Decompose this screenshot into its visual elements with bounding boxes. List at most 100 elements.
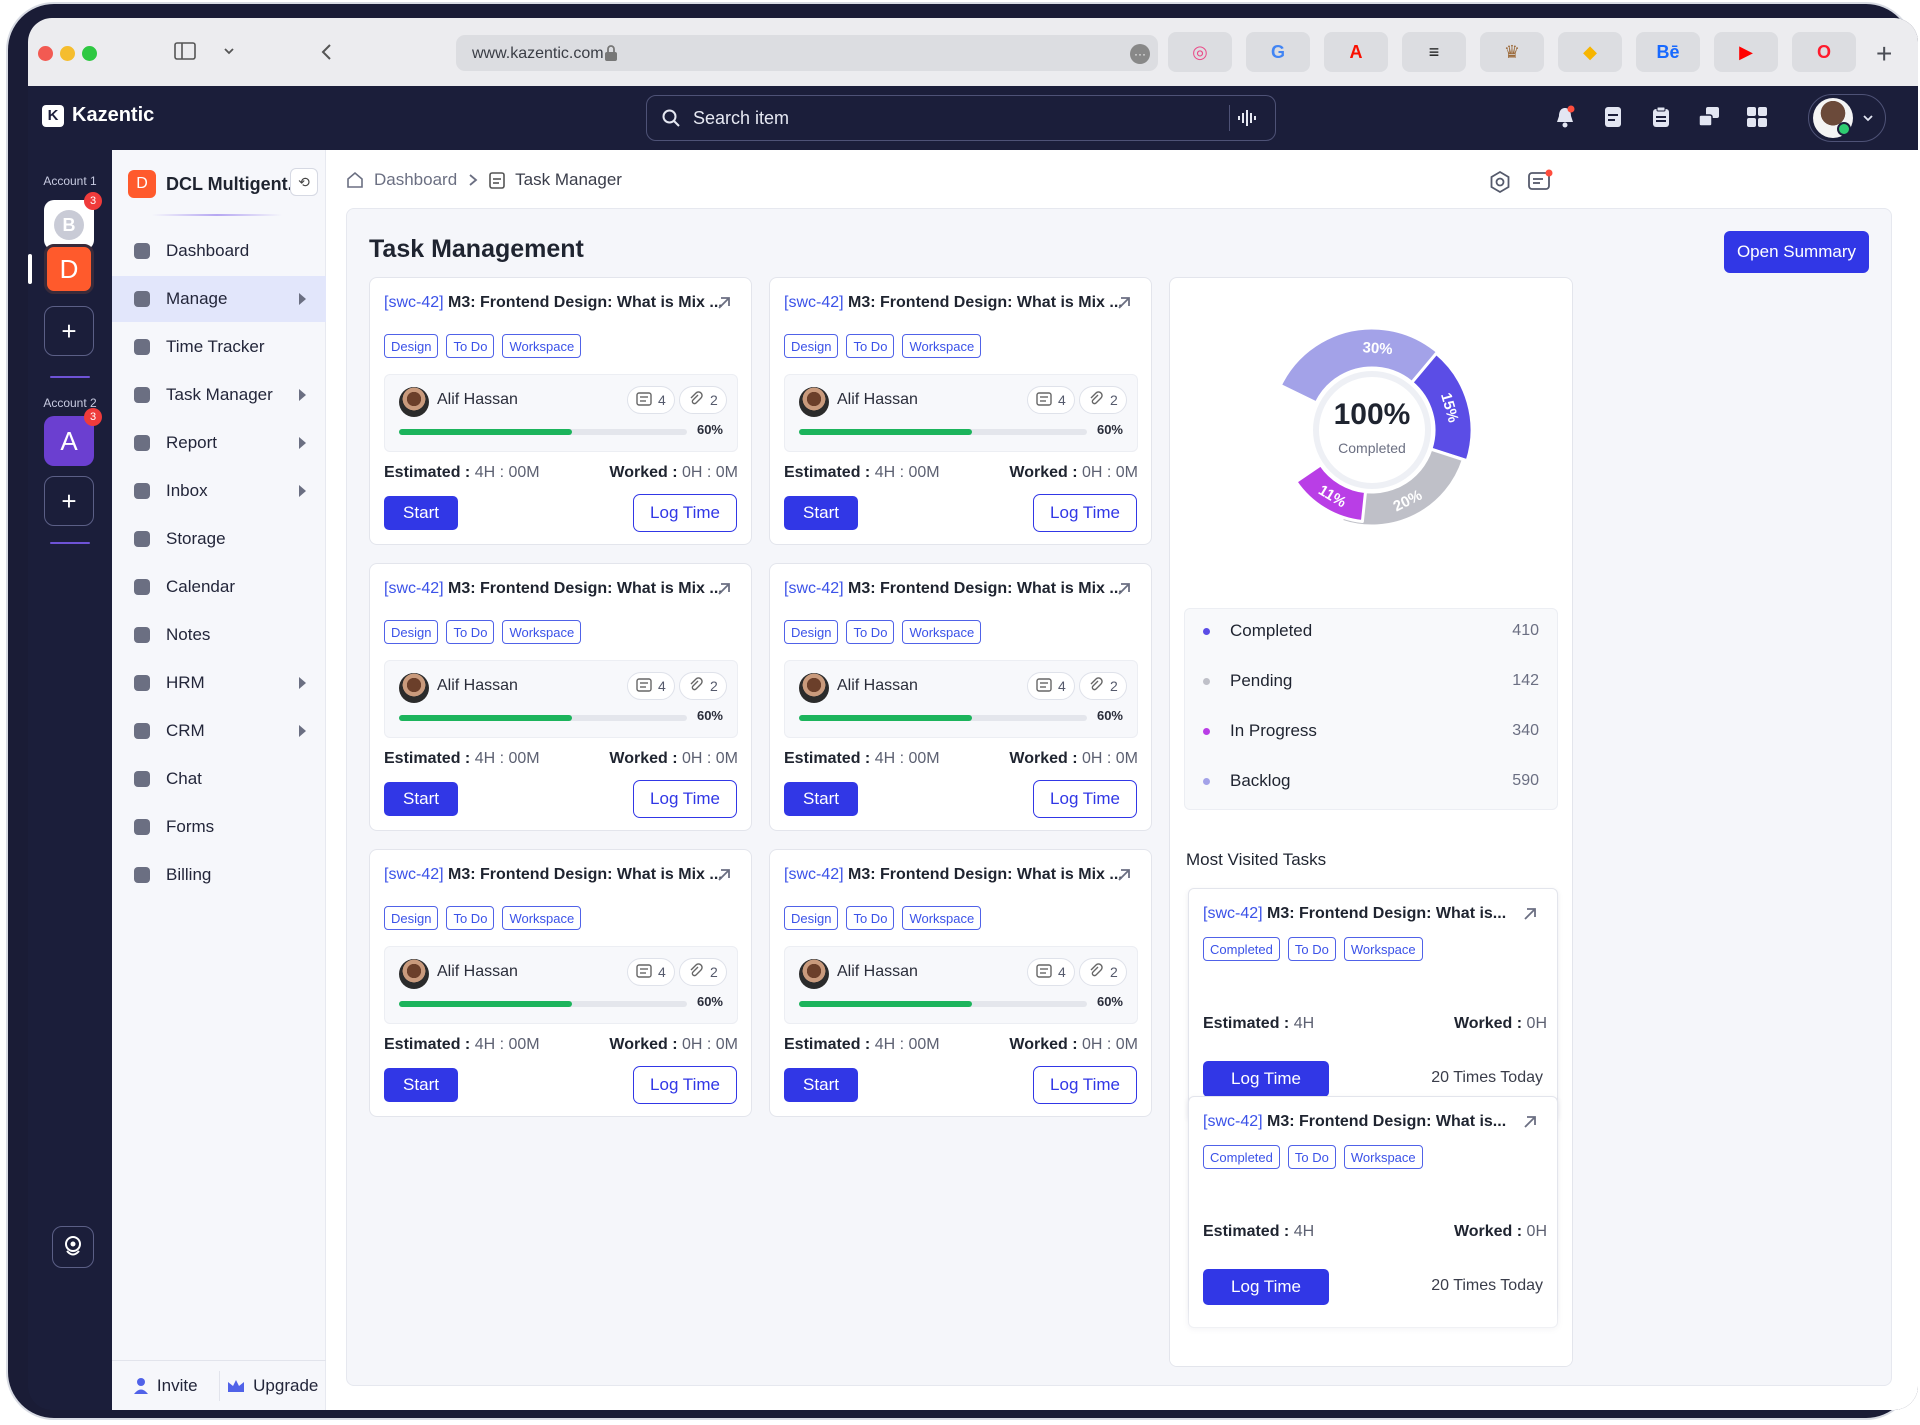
open-external-icon[interactable]: [1115, 294, 1133, 312]
dribbble-icon[interactable]: ◎: [1168, 32, 1232, 72]
sidebar-item-forms[interactable]: Forms: [112, 804, 326, 850]
minimize-window-button[interactable]: [60, 46, 75, 61]
tag[interactable]: Design: [384, 334, 439, 358]
google-icon[interactable]: G: [1246, 32, 1310, 72]
sidebar-item-calendar[interactable]: Calendar: [112, 564, 326, 610]
more-icon[interactable]: ···: [1130, 44, 1150, 64]
start-button[interactable]: Start: [784, 496, 858, 530]
account-1-workspace-tile[interactable]: D: [44, 244, 94, 294]
tag[interactable]: To Do: [446, 620, 495, 644]
open-external-icon[interactable]: [715, 580, 733, 598]
tag[interactable]: To Do: [846, 620, 895, 644]
address-bar[interactable]: www.kazentic.com ···: [456, 35, 1158, 71]
sidebar-item-chat[interactable]: Chat: [112, 756, 326, 802]
close-window-button[interactable]: [38, 46, 53, 61]
document-icon[interactable]: [1600, 104, 1626, 130]
log-time-button[interactable]: Log Time: [1033, 494, 1137, 532]
open-external-icon[interactable]: [1115, 580, 1133, 598]
tag[interactable]: Completed: [1203, 1145, 1280, 1169]
tag[interactable]: Workspace: [502, 620, 582, 644]
notes-count[interactable]: 4: [1027, 672, 1075, 700]
tag[interactable]: Workspace: [1343, 1145, 1423, 1169]
sidebar-item-manage[interactable]: Manage: [112, 276, 326, 322]
add-workspace-button-2[interactable]: +: [44, 476, 94, 526]
workspace-switcher[interactable]: D DCL Multigent...: [128, 170, 303, 198]
tag[interactable]: Design: [384, 906, 439, 930]
task-title[interactable]: [swc-42] M3: Frontend Design: What is Mi…: [784, 294, 1123, 312]
tag[interactable]: Workspace: [902, 334, 982, 358]
log-time-button[interactable]: Log Time: [1033, 1066, 1137, 1104]
attachments-count[interactable]: 2: [1079, 958, 1127, 986]
notes-count[interactable]: 4: [627, 672, 675, 700]
notes-count[interactable]: 4: [1027, 958, 1075, 986]
log-time-button[interactable]: Log Time: [633, 780, 737, 818]
notes-count[interactable]: 4: [1027, 386, 1075, 414]
open-external-icon[interactable]: [1115, 866, 1133, 884]
task-title[interactable]: [swc-42] M3: Frontend Design: What is Mi…: [784, 580, 1123, 598]
log-time-button[interactable]: Log Time: [1033, 780, 1137, 818]
add-workspace-button[interactable]: +: [44, 306, 94, 356]
profile-menu[interactable]: [1808, 94, 1886, 142]
open-external-icon[interactable]: [715, 866, 733, 884]
sidebar-item-crm[interactable]: CRM: [112, 708, 326, 754]
log-time-button[interactable]: Log Time: [1203, 1269, 1329, 1305]
tag[interactable]: Workspace: [502, 334, 582, 358]
account-2-tile[interactable]: A 3: [44, 408, 102, 466]
task-title[interactable]: [swc-42] M3: Frontend Design: What is Mi…: [784, 866, 1123, 884]
message-icon[interactable]: [1526, 168, 1554, 196]
task-title[interactable]: [swc-42] M3: Frontend Design: What is Mi…: [384, 866, 723, 884]
tag[interactable]: To Do: [1287, 937, 1336, 961]
tag[interactable]: To Do: [1287, 1145, 1336, 1169]
attachments-count[interactable]: 2: [679, 672, 727, 700]
tag[interactable]: To Do: [446, 334, 495, 358]
sidebar-toggle-icon[interactable]: [174, 42, 196, 65]
settings-icon[interactable]: [1486, 168, 1514, 196]
account-1-tile[interactable]: B 3: [44, 192, 102, 250]
task-title[interactable]: [swc-42] M3: Frontend Design: What is...: [1203, 905, 1506, 923]
clipboard-icon[interactable]: [1648, 104, 1674, 130]
tag[interactable]: Workspace: [1343, 937, 1423, 961]
sidebar-item-hrm[interactable]: HRM: [112, 660, 326, 706]
attachments-count[interactable]: 2: [1079, 672, 1127, 700]
crown-icon[interactable]: ♛: [1480, 32, 1544, 72]
open-summary-button[interactable]: Open Summary: [1723, 231, 1869, 273]
start-button[interactable]: Start: [784, 1068, 858, 1102]
notes-count[interactable]: 4: [627, 958, 675, 986]
tag[interactable]: Completed: [1203, 937, 1280, 961]
attachments-count[interactable]: 2: [679, 958, 727, 986]
tag[interactable]: Design: [784, 906, 839, 930]
sidebar-item-report[interactable]: Report: [112, 420, 326, 466]
sidebar-item-inbox[interactable]: Inbox: [112, 468, 326, 514]
chevron-down-icon[interactable]: [222, 44, 236, 63]
sidebar-item-dashboard[interactable]: Dashboard: [112, 228, 326, 274]
open-external-icon[interactable]: [1521, 1113, 1539, 1131]
behance-icon[interactable]: Bē: [1636, 32, 1700, 72]
log-time-button[interactable]: Log Time: [1203, 1061, 1329, 1097]
log-time-button[interactable]: Log Time: [633, 1066, 737, 1104]
tag[interactable]: Design: [784, 334, 839, 358]
upgrade-button[interactable]: Upgrade: [220, 1376, 327, 1396]
start-button[interactable]: Start: [384, 496, 458, 530]
open-external-icon[interactable]: [1521, 905, 1539, 923]
voice-search-icon[interactable]: [1229, 105, 1263, 131]
task-title[interactable]: [swc-42] M3: Frontend Design: What is...: [1203, 1113, 1506, 1131]
tag[interactable]: Design: [784, 620, 839, 644]
sidebar-item-billing[interactable]: Billing: [112, 852, 326, 898]
zoom-window-button[interactable]: [82, 46, 97, 61]
attachments-count[interactable]: 2: [679, 386, 727, 414]
invite-button[interactable]: Invite: [112, 1376, 219, 1396]
opera-icon[interactable]: O: [1792, 32, 1856, 72]
tag[interactable]: To Do: [846, 334, 895, 358]
attachments-count[interactable]: 2: [1079, 386, 1127, 414]
search-input[interactable]: Search item: [646, 95, 1276, 141]
adidas-icon[interactable]: ≡: [1402, 32, 1466, 72]
task-title[interactable]: [swc-42] M3: Frontend Design: What is Mi…: [384, 580, 723, 598]
tag[interactable]: Workspace: [502, 906, 582, 930]
layers-icon[interactable]: [1696, 104, 1722, 130]
collapse-sidebar-icon[interactable]: ⟲: [290, 168, 318, 196]
open-external-icon[interactable]: [715, 294, 733, 312]
sketch-icon[interactable]: ◆: [1558, 32, 1622, 72]
notification-bell-icon[interactable]: [1552, 104, 1578, 130]
notes-count[interactable]: 4: [627, 386, 675, 414]
brand[interactable]: K Kazentic: [42, 104, 154, 127]
